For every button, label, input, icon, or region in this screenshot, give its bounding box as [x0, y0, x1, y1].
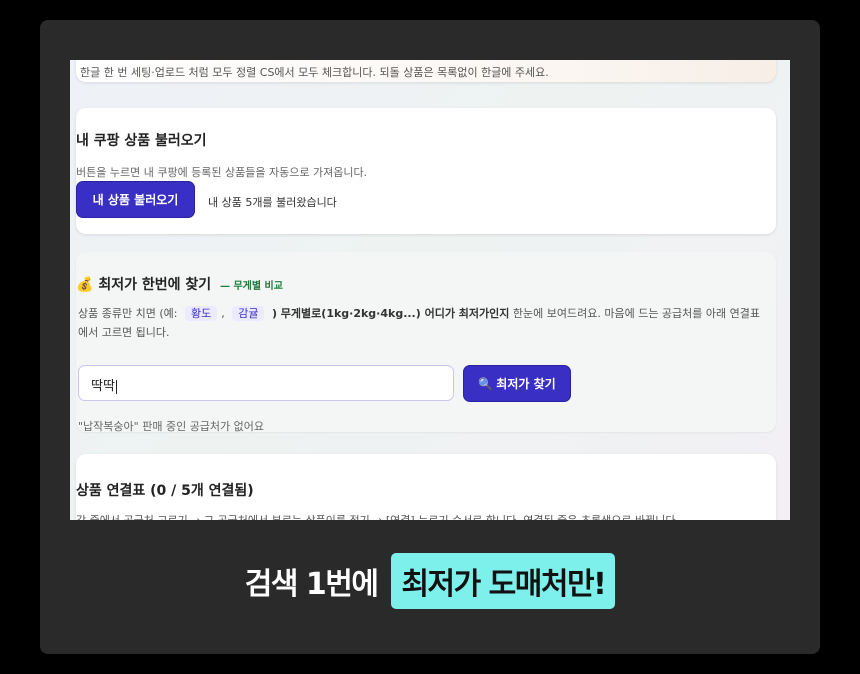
previous-section-text: 한글 한 번 세팅·업로드 처럼 모두 정렬 CS에서 모두 체크합니다. 되돌… — [80, 66, 549, 79]
video-frame: 한글 한 번 세팅·업로드 처럼 모두 정렬 CS에서 모두 체크합니다. 되돌… — [40, 20, 820, 654]
caption-bar: 검색 1번에 최저가 도매처만! — [40, 548, 820, 614]
load-status-text: 내 상품 5개를 불러왔습니다 — [208, 196, 337, 209]
app-viewport: 한글 한 번 세팅·업로드 처럼 모두 정렬 CS에서 모두 체크합니다. 되돌… — [70, 60, 790, 520]
lowest-price-title-row: 💰 최저가 한번에 찾기 — 무게별 비교 — [76, 274, 283, 294]
example-separator: , — [221, 307, 225, 320]
no-supplier-message: "납작복숭아" 판매 중인 공급처가 없어요 — [78, 420, 265, 433]
product-search-input[interactable]: 딱딱 — [78, 365, 454, 401]
example-chip-2[interactable]: 감귤 — [232, 306, 265, 321]
lowest-price-search-button[interactable]: 🔍 최저가 찾기 — [463, 365, 571, 402]
caption-plain-text: 검색 1번에 — [244, 567, 379, 602]
lowest-price-description: 상품 종류만 치면 (예: 황도, 감귤 ) 무게별로(1kg·2kg·4kg.… — [78, 304, 768, 342]
money-bag-icon: 💰 — [76, 277, 94, 293]
desc-text-before: 상품 종류만 치면 (예: — [78, 307, 178, 320]
product-link-title: 상품 연결표 (0 / 5개 연결됨) — [76, 483, 254, 499]
example-chip-1[interactable]: 황도 — [184, 306, 218, 321]
load-products-subtitle: 버튼을 누르면 내 쿠팡에 등록된 상품들을 자동으로 가져옵니다. — [76, 166, 368, 179]
desc-bold-text: ) 무게별로(1kg·2kg·4kg...) 어디가 최저가인지 — [271, 307, 510, 320]
load-products-button[interactable]: 내 상품 불러오기 — [76, 181, 195, 218]
lowest-price-search-label: 최저가 찾기 — [496, 377, 556, 391]
previous-section-card: 한글 한 번 세팅·업로드 처럼 모두 정렬 CS에서 모두 체크합니다. 되돌… — [76, 60, 776, 82]
lowest-price-card: 💰 최저가 한번에 찾기 — 무게별 비교 상품 종류만 치면 (예: 황도, … — [76, 252, 776, 433]
product-link-description: 각 줄에서 공급처 고르기 → 그 공급처에서 부르는 상품이름 적기 → [연… — [76, 512, 679, 520]
load-products-title: 내 쿠팡 상품 불러오기 — [76, 133, 207, 149]
text-caret — [115, 379, 117, 394]
product-search-value: 딱딱 — [91, 379, 115, 394]
caption-highlight-text: 최저가 도매처만! — [391, 553, 616, 609]
load-products-card: 내 쿠팡 상품 불러오기 버튼을 누르면 내 쿠팡에 등록된 상품들을 자동으로… — [76, 108, 776, 234]
lowest-price-title: 최저가 한번에 찾기 — [98, 277, 212, 293]
weight-compare-badge: — 무게별 비교 — [219, 281, 283, 292]
product-link-card: 상품 연결표 (0 / 5개 연결됨) 각 줄에서 공급처 고르기 → 그 공급… — [76, 454, 776, 520]
search-icon: 🔍 — [478, 376, 494, 391]
